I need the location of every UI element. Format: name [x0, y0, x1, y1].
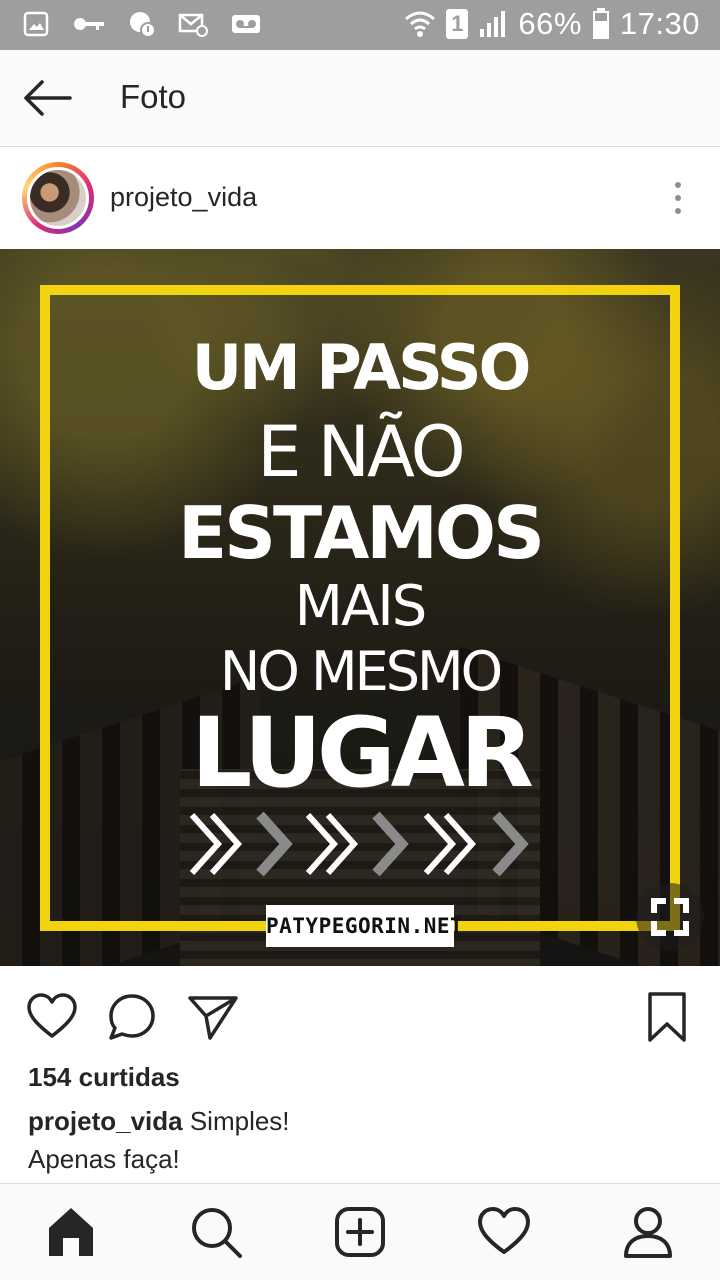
caption-text: Simples! — [189, 1106, 290, 1136]
signal-icon — [480, 11, 506, 37]
post-actions — [0, 966, 720, 1062]
chevrons-graphic — [189, 811, 529, 877]
quote-line: E NÃO — [257, 411, 466, 493]
key-icon — [74, 18, 104, 30]
dot — [675, 182, 681, 188]
search-icon[interactable] — [188, 1204, 244, 1260]
wifi-icon — [405, 11, 436, 37]
gallery-icon — [23, 11, 49, 37]
site-watermark: PATYPEGORIN.NET — [266, 905, 463, 947]
home-icon[interactable] — [43, 1204, 99, 1260]
post-header: projeto_vida — [0, 148, 720, 248]
likes-count[interactable]: 154 curtidas — [28, 1062, 180, 1093]
comment-icon[interactable] — [105, 990, 159, 1044]
quote-line: MAIS — [294, 574, 428, 639]
dot — [675, 208, 681, 214]
caption-username[interactable]: projeto_vida — [28, 1106, 183, 1136]
dot — [675, 195, 681, 201]
notification-icons — [22, 10, 262, 38]
profile-icon[interactable] — [620, 1204, 676, 1260]
send-icon[interactable] — [186, 990, 240, 1044]
email-icon — [178, 13, 208, 37]
system-status: 1 66% 17:30 — [404, 6, 700, 42]
vertical-dots-icon[interactable] — [666, 178, 690, 218]
post-caption: projeto_vida Simples! Apenas faça! — [28, 1102, 688, 1178]
voicemail-icon — [232, 15, 260, 33]
battery-icon — [592, 8, 609, 39]
arrow-left-icon[interactable] — [20, 76, 74, 120]
bottom-navigation — [0, 1183, 720, 1280]
quote-line: NO MESMO — [219, 640, 503, 703]
top-app-bar: Foto — [0, 50, 720, 147]
quote-text: UM PASSO E NÃO ESTAMOS MAIS NO MESMO LUG… — [0, 329, 720, 809]
quote-line: ESTAMOS — [178, 491, 545, 575]
page-title: Foto — [120, 78, 187, 115]
heart-icon[interactable] — [25, 990, 79, 1044]
battery-percentage: 66% — [518, 6, 582, 41]
caption-line: Apenas faça! — [28, 1144, 180, 1174]
post-image[interactable]: UM PASSO E NÃO ESTAMOS MAIS NO MESMO LUG… — [0, 249, 720, 966]
sim-1-icon: 1 — [446, 9, 469, 39]
expand-icon[interactable] — [636, 883, 704, 951]
story-ring[interactable] — [22, 162, 94, 234]
status-bar: 1 66% 17:30 — [0, 0, 720, 50]
expand-glyph — [651, 898, 689, 936]
post-username[interactable]: projeto_vida — [110, 182, 257, 213]
chat-notification-icon — [130, 12, 156, 38]
quote-line: LUGAR — [191, 697, 534, 809]
avatar[interactable] — [27, 167, 89, 229]
clock: 17:30 — [619, 6, 700, 41]
activity-heart-icon[interactable] — [476, 1204, 532, 1260]
bookmark-icon[interactable] — [640, 990, 694, 1044]
quote-line: UM PASSO — [191, 331, 532, 404]
add-post-icon[interactable] — [332, 1204, 388, 1260]
